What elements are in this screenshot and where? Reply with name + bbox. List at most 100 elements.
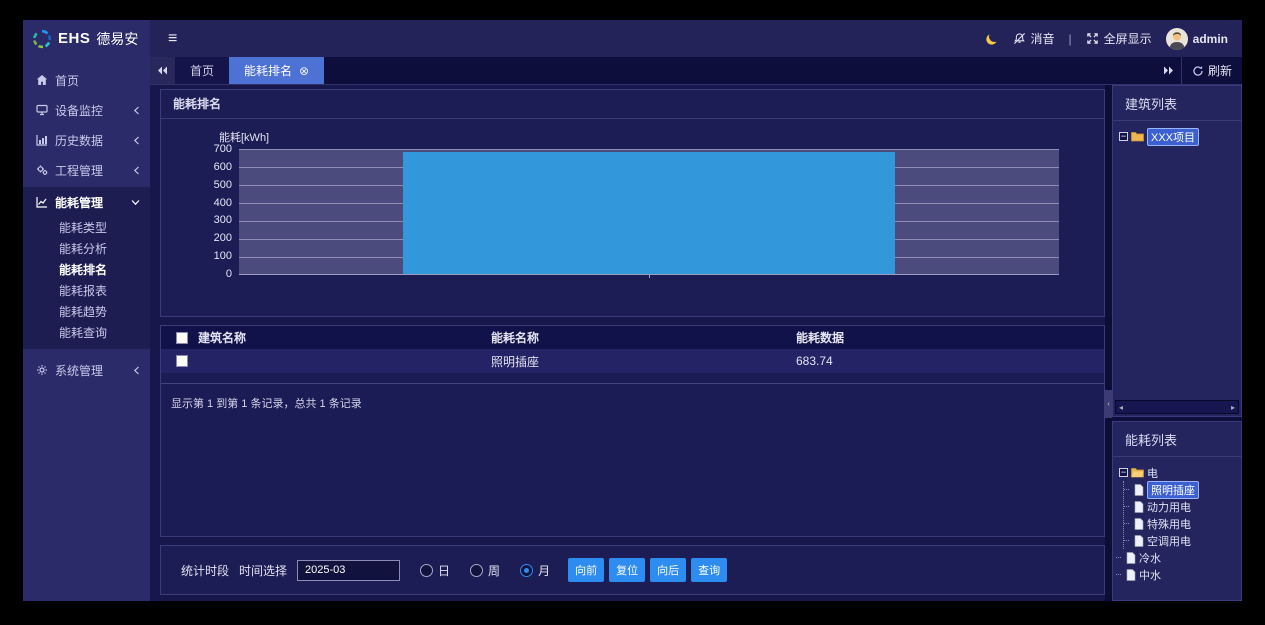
username: admin (1193, 32, 1228, 46)
building-tree-root[interactable]: − XXX项目 (1119, 128, 1237, 145)
refresh-button[interactable]: 刷新 (1181, 57, 1242, 84)
y-tick: 500 (214, 179, 232, 191)
select-all-checkbox[interactable] (176, 332, 188, 344)
scroll-left-icon[interactable]: ◂ (1119, 403, 1123, 412)
fullscreen-icon (1086, 32, 1099, 45)
panel-splitter: ‹ (1105, 85, 1112, 601)
sidebar-item-label: 能耗管理 (55, 194, 124, 211)
y-tick: 100 (214, 250, 232, 262)
user-menu[interactable]: admin (1166, 28, 1228, 50)
row-checkbox[interactable] (176, 355, 188, 367)
tabs-scroll-left-button[interactable] (150, 57, 175, 84)
energy-tree-siblings: 冷水 中水 (1123, 549, 1237, 583)
mute-label: 消音 (1031, 30, 1055, 47)
splitter-handle[interactable]: ‹ (1105, 390, 1112, 418)
right-sidebar: 建筑列表 − XXX项目 ◂ ▸ 能耗列表 (1112, 85, 1242, 601)
energy-list-title: 能耗列表 (1113, 422, 1241, 457)
scroll-right-icon[interactable]: ▸ (1231, 403, 1235, 412)
radio-label: 日 (438, 562, 450, 579)
building-node-label[interactable]: XXX项目 (1147, 128, 1199, 146)
content: 能耗排名 能耗[kWh] 700 600 500 400 300 200 100… (150, 85, 1242, 601)
tree-expander-icon[interactable]: − (1119, 132, 1128, 141)
tab-close-icon[interactable]: ⊗ (299, 65, 309, 77)
moon-icon[interactable] (985, 32, 999, 46)
sidebar-subitem-energy-analysis[interactable]: 能耗分析 (23, 238, 150, 259)
brand-spinner-icon (32, 29, 52, 49)
gears-icon (36, 164, 48, 176)
sidebar-subitem-energy-type[interactable]: 能耗类型 (23, 217, 150, 238)
tabs-scroll-right-button[interactable] (1156, 57, 1181, 84)
energy-node-label[interactable]: 特殊用电 (1147, 516, 1191, 532)
building-list-panel: 建筑列表 − XXX项目 ◂ ▸ (1112, 85, 1242, 417)
tabbar-spacer (324, 57, 1156, 84)
tab-energy-ranking[interactable]: 能耗排名 ⊗ (229, 57, 324, 84)
radio-month[interactable]: 月 (520, 562, 550, 579)
energy-tree-node[interactable]: 空调用电 (1132, 532, 1237, 549)
sidebar-item-label: 系统管理 (55, 362, 126, 379)
monitor-icon (36, 104, 48, 116)
open-folder-icon (1131, 467, 1144, 478)
radio-label: 周 (488, 562, 500, 579)
table-row[interactable]: 照明插座 683.74 (161, 349, 1104, 373)
energy-node-label[interactable]: 电 (1147, 465, 1158, 481)
radio-day[interactable]: 日 (420, 562, 450, 579)
radio-week[interactable]: 周 (470, 562, 500, 579)
energy-node-label[interactable]: 空调用电 (1147, 533, 1191, 549)
chart-panel: 能耗排名 能耗[kWh] 700 600 500 400 300 200 100… (160, 89, 1105, 317)
sidebar-subitem-energy-query[interactable]: 能耗查询 (23, 322, 150, 343)
sidebar-item-label: 设备监控 (55, 102, 126, 119)
energy-tree-node[interactable]: 动力用电 (1132, 498, 1237, 515)
energy-tree: − 电 照明插座 动力用电 (1113, 457, 1241, 600)
sidebar-item-energy-manage[interactable]: 能耗管理 (23, 187, 150, 217)
bar-chart-icon (36, 134, 48, 146)
energy-tree-children: 照明插座 动力用电 特殊用电 (1123, 481, 1237, 549)
time-input[interactable] (297, 560, 400, 581)
energy-tree-node[interactable]: 中水 (1124, 566, 1237, 583)
column-header-energy-value: 能耗数据 (796, 329, 1104, 346)
sidebar-subitem-energy-trend[interactable]: 能耗趋势 (23, 301, 150, 322)
energy-tree-root[interactable]: − 电 (1119, 464, 1237, 481)
sidebar-item-label: 工程管理 (55, 162, 126, 179)
chart-bar[interactable] (403, 152, 895, 274)
energy-tree-node[interactable]: 照明插座 (1132, 481, 1237, 498)
app-window: EHS 德易安 首页 设备监控 历史数据 工程管理 (23, 20, 1242, 601)
chevron-left-icon (133, 366, 140, 375)
energy-tree-node[interactable]: 特殊用电 (1132, 515, 1237, 532)
file-icon (1134, 535, 1144, 547)
refresh-icon (1192, 65, 1204, 77)
sidebar-item-device-monitor[interactable]: 设备监控 (23, 95, 150, 125)
sidebar-subitem-energy-report[interactable]: 能耗报表 (23, 280, 150, 301)
y-tick: 200 (214, 232, 232, 244)
energy-tree-node[interactable]: 冷水 (1124, 549, 1237, 566)
sidebar-item-history-data[interactable]: 历史数据 (23, 125, 150, 155)
radio-dot (420, 564, 433, 577)
gear-icon (36, 364, 48, 376)
query-button[interactable]: 查询 (691, 558, 727, 582)
home-icon (36, 74, 48, 86)
refresh-label: 刷新 (1208, 62, 1232, 79)
sidebar-item-project-manage[interactable]: 工程管理 (23, 155, 150, 185)
mute-button[interactable]: 消音 (1013, 30, 1055, 47)
energy-ranking-chart: 能耗[kWh] 700 600 500 400 300 200 100 0 (161, 119, 1104, 319)
radio-dot (520, 564, 533, 577)
energy-node-label[interactable]: 动力用电 (1147, 499, 1191, 515)
energy-node-label[interactable]: 冷水 (1139, 550, 1161, 566)
next-button[interactable]: 向后 (650, 558, 686, 582)
double-chevron-right-icon (1163, 66, 1174, 75)
horizontal-scrollbar[interactable]: ◂ ▸ (1115, 400, 1239, 414)
hamburger-menu-icon[interactable]: ≡ (168, 31, 177, 47)
energy-node-label[interactable]: 中水 (1139, 567, 1161, 583)
table-header-row: 建筑名称 能耗名称 能耗数据 (161, 326, 1104, 349)
fullscreen-button[interactable]: 全屏显示 (1086, 30, 1152, 47)
tree-collapse-icon[interactable]: − (1119, 468, 1128, 477)
reset-button[interactable]: 复位 (609, 558, 645, 582)
header-separator: | (1069, 32, 1072, 46)
sidebar-subitem-energy-ranking[interactable]: 能耗排名 (23, 259, 150, 280)
y-tick: 0 (226, 268, 232, 280)
tab-home[interactable]: 首页 (175, 57, 229, 84)
sidebar-item-system-manage[interactable]: 系统管理 (23, 355, 150, 385)
sidebar-item-label: 历史数据 (55, 132, 126, 149)
energy-node-label[interactable]: 照明插座 (1147, 481, 1199, 499)
prev-button[interactable]: 向前 (568, 558, 604, 582)
sidebar-item-home[interactable]: 首页 (23, 65, 150, 95)
